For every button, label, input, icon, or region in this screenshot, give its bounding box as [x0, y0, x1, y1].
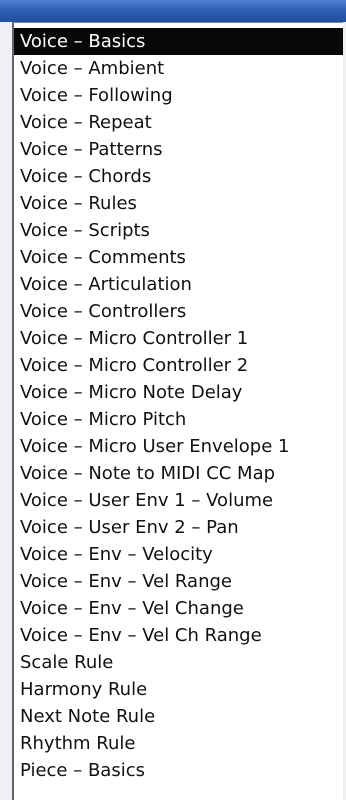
list-item-voice-articulation[interactable]: Voice – Articulation — [14, 271, 343, 298]
list-item-voice-following[interactable]: Voice – Following — [14, 82, 343, 109]
list-item-voice-scripts[interactable]: Voice – Scripts — [14, 217, 343, 244]
list-item-next-note-rule[interactable]: Next Note Rule — [14, 703, 343, 730]
list-item-voice-comments[interactable]: Voice – Comments — [14, 244, 343, 271]
list-item-voice-env-vel-ch-range[interactable]: Voice – Env – Vel Ch Range — [14, 622, 343, 649]
list-item-voice-repeat[interactable]: Voice – Repeat — [14, 109, 343, 136]
category-list: Voice – Basics Voice – Ambient Voice – F… — [14, 23, 343, 784]
list-item-voice-note-to-midi-cc-map[interactable]: Voice – Note to MIDI CC Map — [14, 460, 343, 487]
list-item-voice-patterns[interactable]: Voice – Patterns — [14, 136, 343, 163]
category-list-box[interactable]: Voice – Basics Voice – Ambient Voice – F… — [12, 22, 343, 800]
list-item-voice-user-env-1-volume[interactable]: Voice – User Env 1 – Volume — [14, 487, 343, 514]
list-item-harmony-rule[interactable]: Harmony Rule — [14, 676, 343, 703]
list-item-voice-env-velocity[interactable]: Voice – Env – Velocity — [14, 541, 343, 568]
list-item-voice-controllers[interactable]: Voice – Controllers — [14, 298, 343, 325]
list-item-rhythm-rule[interactable]: Rhythm Rule — [14, 730, 343, 757]
list-item-voice-micro-controller-1[interactable]: Voice – Micro Controller 1 — [14, 325, 343, 352]
list-item-voice-ambient[interactable]: Voice – Ambient — [14, 55, 343, 82]
list-item-voice-env-vel-range[interactable]: Voice – Env – Vel Range — [14, 568, 343, 595]
list-item-scale-rule[interactable]: Scale Rule — [14, 649, 343, 676]
list-item-voice-micro-note-delay[interactable]: Voice – Micro Note Delay — [14, 379, 343, 406]
list-item-voice-micro-pitch[interactable]: Voice – Micro Pitch — [14, 406, 343, 433]
list-item-voice-micro-user-envelope-1[interactable]: Voice – Micro User Envelope 1 — [14, 433, 343, 460]
list-item-voice-chords[interactable]: Voice – Chords — [14, 163, 343, 190]
list-item-voice-micro-controller-2[interactable]: Voice – Micro Controller 2 — [14, 352, 343, 379]
list-item-voice-user-env-2-pan[interactable]: Voice – User Env 2 – Pan — [14, 514, 343, 541]
list-item-voice-basics[interactable]: Voice – Basics — [14, 28, 343, 55]
screenshot-frame: Voice – Basics Voice – Ambient Voice – F… — [0, 0, 346, 800]
list-item-voice-env-vel-change[interactable]: Voice – Env – Vel Change — [14, 595, 343, 622]
list-item-voice-rules[interactable]: Voice – Rules — [14, 190, 343, 217]
list-item-piece-basics[interactable]: Piece – Basics — [14, 757, 343, 784]
window-title-bar — [0, 0, 346, 22]
